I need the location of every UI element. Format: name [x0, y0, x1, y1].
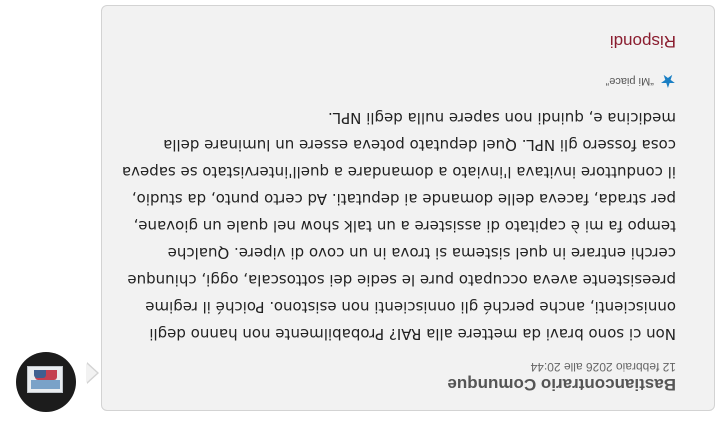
comment-date[interactable]: 12 febbraio 2026 alle 20:44	[120, 360, 676, 374]
avatar-photo	[27, 366, 63, 393]
avatar[interactable]	[16, 352, 76, 412]
comment-body: Non ci sono bravi da mettere alla RAI? P…	[120, 104, 676, 347]
comment-card: Bastiancontrario Comunque 12 febbraio 20…	[101, 5, 715, 411]
reply-link[interactable]: Rispondi	[120, 31, 676, 51]
comment-author[interactable]: Bastiancontrario Comunque	[120, 374, 676, 394]
comment-paragraph: Non ci sono bravi da mettere alla RAI? P…	[121, 109, 676, 343]
like-label: “Mi piace”	[605, 75, 654, 87]
comment-thread: Bastiancontrario Comunque 12 febbraio 20…	[0, 0, 720, 430]
like-button[interactable]: ★ “Mi piace”	[120, 71, 676, 91]
speech-bubble-tail-fill	[86, 363, 97, 383]
star-icon: ★	[659, 71, 676, 91]
